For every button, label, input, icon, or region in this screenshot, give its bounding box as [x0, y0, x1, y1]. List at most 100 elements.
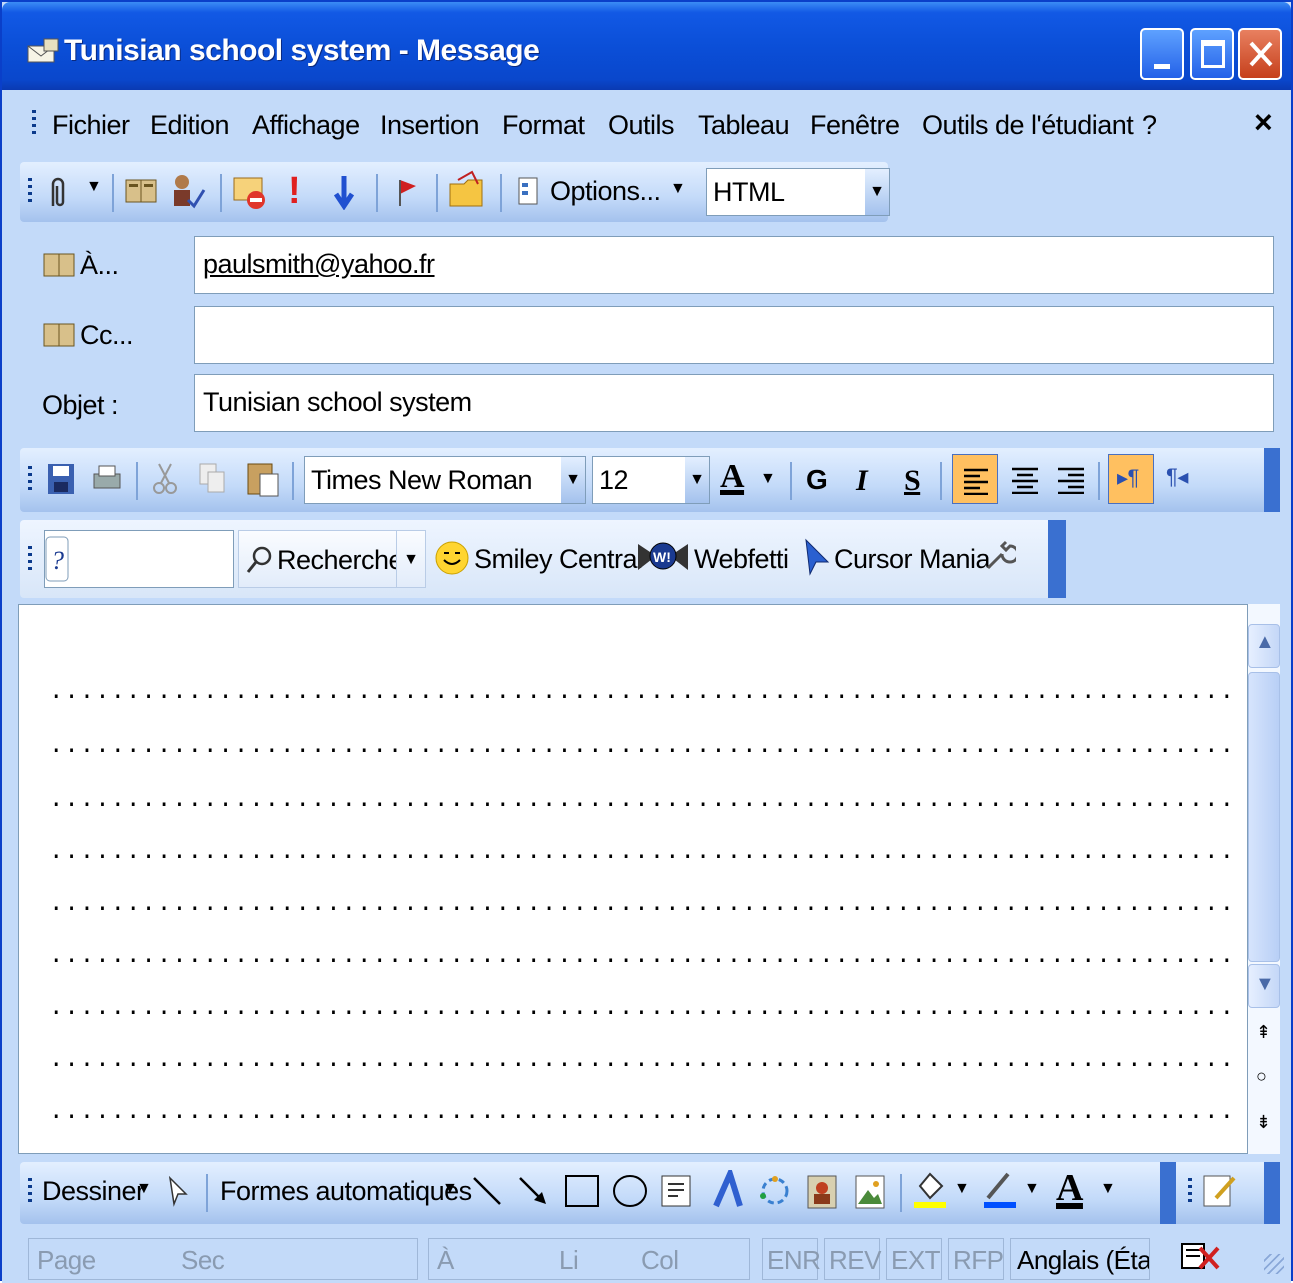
ltr-button[interactable]: ▸¶: [1108, 454, 1154, 504]
status-enr[interactable]: ENR: [762, 1238, 821, 1280]
font-color-icon[interactable]: A: [720, 458, 745, 496]
toolbar-grip[interactable]: [28, 466, 32, 494]
toolbar-options-chevron[interactable]: [1264, 1162, 1280, 1224]
fill-color-icon[interactable]: [912, 1168, 948, 1212]
vertical-scrollbar[interactable]: ▲ ▼ ⇞ ○ ⇟: [1248, 604, 1280, 1154]
paste-icon[interactable]: [246, 458, 280, 498]
wrench-icon[interactable]: [982, 538, 1016, 572]
address-book-icon[interactable]: [124, 176, 158, 206]
smiley-central-link[interactable]: Smiley Central: [474, 544, 643, 575]
menu-edition[interactable]: Edition: [150, 110, 230, 141]
open-folder-icon[interactable]: [448, 170, 488, 210]
close-button[interactable]: [1238, 28, 1282, 80]
search-dropdown-icon[interactable]: ▼: [396, 530, 426, 588]
resize-grip[interactable]: [1264, 1254, 1284, 1274]
menu-help[interactable]: ?: [1142, 110, 1157, 141]
cc-field[interactable]: [194, 306, 1274, 364]
toolbar-options-chevron[interactable]: [1160, 1162, 1176, 1224]
font-color-dropdown-icon[interactable]: ▼: [760, 470, 776, 488]
status-language[interactable]: Anglais (Éta: [1010, 1238, 1150, 1280]
scroll-thumb[interactable]: [1248, 672, 1280, 962]
autoshapes-dropdown-icon[interactable]: ▼: [442, 1180, 458, 1198]
chevron-down-icon[interactable]: ▼: [685, 457, 709, 503]
draw-menu[interactable]: Dessiner: [42, 1176, 145, 1207]
search-input[interactable]: ?: [44, 530, 234, 588]
attach-dropdown-icon[interactable]: ▼: [86, 178, 102, 196]
spelling-status-icon[interactable]: [1178, 1240, 1222, 1274]
menu-insertion[interactable]: Insertion: [380, 110, 480, 141]
message-body[interactable]: ........................................…: [18, 604, 1248, 1154]
paperclip-icon[interactable]: [46, 176, 68, 210]
edit-note-icon[interactable]: [1202, 1172, 1238, 1210]
menu-fichier[interactable]: Fichier: [52, 110, 130, 141]
chevron-down-icon[interactable]: ▼: [865, 169, 889, 215]
menu-format[interactable]: Format: [502, 110, 585, 141]
status-ext[interactable]: EXT: [886, 1238, 942, 1280]
browse-object-icon[interactable]: ○: [1256, 1066, 1267, 1087]
webfetti-icon[interactable]: W!: [636, 536, 690, 576]
italic-button[interactable]: I: [856, 464, 868, 498]
font-select[interactable]: Times New Roman ▼: [304, 456, 586, 504]
arrow-icon[interactable]: [518, 1176, 548, 1206]
address-book-icon[interactable]: [42, 320, 76, 350]
font-size-select[interactable]: 12 ▼: [592, 456, 710, 504]
line-icon[interactable]: [472, 1176, 502, 1206]
options-icon[interactable]: [516, 176, 540, 206]
menu-fenetre[interactable]: Fenêtre: [810, 110, 900, 141]
insert-picture-icon[interactable]: [854, 1174, 886, 1210]
bold-button[interactable]: G: [806, 464, 828, 496]
toolbar-grip[interactable]: [28, 1178, 32, 1206]
scroll-down-button[interactable]: ▼: [1248, 964, 1280, 1008]
wordart-icon[interactable]: [710, 1170, 746, 1210]
oval-icon[interactable]: [612, 1174, 648, 1208]
fill-color-dropdown-icon[interactable]: ▼: [954, 1180, 970, 1198]
align-center-icon[interactable]: [1010, 466, 1040, 494]
menu-affichage[interactable]: Affichage: [252, 110, 360, 141]
font-color-icon[interactable]: A: [1056, 1166, 1083, 1210]
to-button[interactable]: À...: [80, 250, 119, 281]
text-box-icon[interactable]: [660, 1174, 692, 1208]
scroll-up-button[interactable]: ▲: [1248, 624, 1280, 668]
rtl-icon[interactable]: ¶◂: [1166, 464, 1188, 490]
menu-outils-etudiant[interactable]: Outils de l'étudiant: [922, 110, 1134, 141]
autoshapes-menu[interactable]: Formes automatiques: [220, 1176, 472, 1207]
chevron-down-icon[interactable]: ▼: [561, 457, 585, 503]
draw-dropdown-icon[interactable]: ▼: [136, 1180, 152, 1198]
address-book-icon[interactable]: [42, 250, 76, 280]
options-dropdown-icon[interactable]: ▼: [670, 180, 686, 198]
align-right-icon[interactable]: [1056, 466, 1086, 494]
clip-art-icon[interactable]: [806, 1174, 838, 1210]
search-button[interactable]: Recherche: [238, 530, 418, 588]
cc-button[interactable]: Cc...: [80, 320, 134, 351]
to-field[interactable]: paulsmith@yahoo.fr: [194, 236, 1274, 294]
toolbar-grip[interactable]: [1188, 1178, 1192, 1206]
toolbar-grip[interactable]: [28, 546, 32, 574]
cursor-mania-link[interactable]: Cursor Mania: [834, 544, 991, 575]
maximize-button[interactable]: [1190, 28, 1234, 80]
status-rev[interactable]: REV: [824, 1238, 881, 1280]
diagram-icon[interactable]: [758, 1174, 792, 1208]
cut-icon[interactable]: [152, 462, 178, 496]
toolbar-grip[interactable]: [28, 178, 32, 206]
check-names-icon[interactable]: [170, 172, 206, 210]
options-button[interactable]: Options...: [550, 176, 661, 207]
status-rfp[interactable]: RFP: [948, 1238, 1004, 1280]
menu-grip[interactable]: [32, 110, 36, 138]
webfetti-link[interactable]: Webfetti: [694, 544, 789, 575]
underline-button[interactable]: S: [904, 464, 921, 498]
minimize-button[interactable]: [1140, 28, 1184, 80]
rectangle-icon[interactable]: [564, 1174, 600, 1208]
cursor-icon[interactable]: [802, 538, 832, 578]
high-importance-icon[interactable]: !: [288, 170, 301, 213]
smiley-icon[interactable]: [434, 540, 470, 576]
align-left-button[interactable]: [952, 454, 998, 504]
low-importance-icon[interactable]: [332, 174, 356, 210]
line-color-icon[interactable]: [982, 1168, 1018, 1212]
menu-tableau[interactable]: Tableau: [698, 110, 790, 141]
print-icon[interactable]: [90, 462, 124, 496]
format-select[interactable]: HTML ▼: [706, 168, 890, 216]
save-icon[interactable]: [46, 462, 76, 496]
font-color-dropdown-icon[interactable]: ▼: [1100, 1180, 1116, 1198]
line-color-dropdown-icon[interactable]: ▼: [1024, 1180, 1040, 1198]
toolbar-options-chevron[interactable]: [1264, 448, 1280, 512]
